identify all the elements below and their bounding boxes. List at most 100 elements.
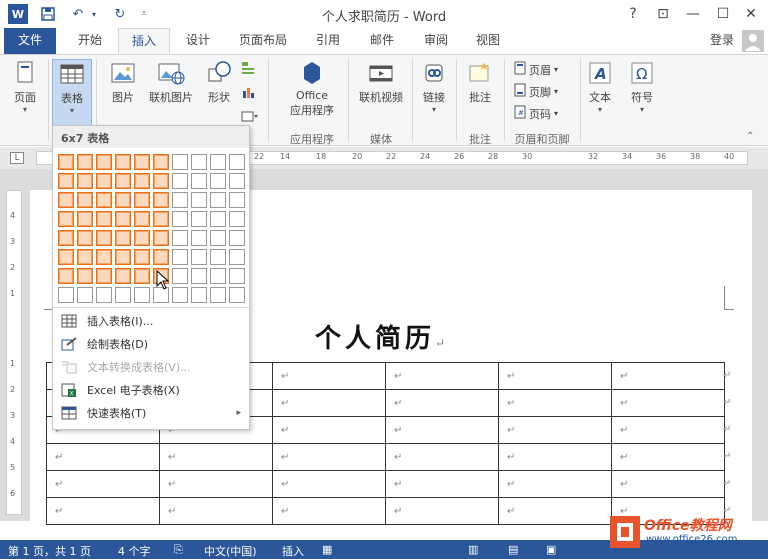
grid-cell[interactable] (77, 154, 93, 170)
table-cell[interactable]: ↵ (611, 362, 725, 390)
macro-icon[interactable]: ▦ (322, 543, 332, 556)
table-cell[interactable]: ↵ (385, 362, 499, 390)
grid-cell[interactable] (115, 154, 131, 170)
grid-cell[interactable] (96, 154, 112, 170)
grid-cell[interactable] (96, 287, 112, 303)
page-count[interactable]: 第 1 页，共 1 页 (8, 543, 91, 559)
grid-cell[interactable] (153, 249, 169, 265)
grid-cell[interactable] (77, 249, 93, 265)
grid-cell[interactable] (58, 287, 74, 303)
table-cell[interactable]: ↵ (272, 389, 386, 417)
header-button[interactable]: 页眉 ▾ (514, 61, 558, 78)
tab-review[interactable]: 审阅 (414, 28, 458, 54)
grid-cell[interactable] (115, 230, 131, 246)
page-number-button[interactable]: # 页码 ▾ (514, 105, 558, 122)
smartart-icon[interactable] (241, 61, 255, 75)
tab-layout[interactable]: 页面布局 (232, 28, 294, 54)
tab-home[interactable]: 开始 (66, 28, 114, 54)
table-cell[interactable]: ↵ (272, 470, 386, 498)
grid-cell[interactable] (134, 249, 150, 265)
help-button[interactable]: ? (620, 3, 646, 25)
grid-cell[interactable] (210, 230, 226, 246)
grid-cell[interactable] (153, 211, 169, 227)
page-button[interactable]: 页面 ▾ (6, 59, 44, 114)
grid-cell[interactable] (96, 211, 112, 227)
table-cell[interactable]: ↵ (498, 416, 612, 444)
word-count[interactable]: 4 个字 (118, 543, 151, 559)
insert-table-item[interactable]: 插入表格(I)... (53, 310, 249, 332)
table-button[interactable]: 表格 ▾ (52, 59, 92, 129)
grid-cell[interactable] (210, 249, 226, 265)
insert-mode[interactable]: 插入 (282, 543, 304, 559)
grid-cell[interactable] (58, 268, 74, 284)
text-button[interactable]: A 文本 ▾ (584, 59, 616, 114)
grid-cell[interactable] (153, 230, 169, 246)
grid-cell[interactable] (115, 211, 131, 227)
close-button[interactable]: ✕ (738, 3, 764, 25)
collapse-ribbon-icon[interactable]: ⌃ (746, 131, 754, 142)
excel-spreadsheet-item[interactable]: X Excel 电子表格(X) (53, 379, 249, 401)
symbol-button[interactable]: Ω 符号 ▾ (626, 59, 658, 114)
draw-table-item[interactable]: 绘制表格(D) (53, 333, 249, 355)
tab-mailings[interactable]: 邮件 (360, 28, 404, 54)
grid-cell[interactable] (77, 173, 93, 189)
grid-cell[interactable] (229, 211, 245, 227)
grid-cell[interactable] (229, 154, 245, 170)
grid-cell[interactable] (77, 268, 93, 284)
table-cell[interactable]: ↵ (272, 497, 386, 525)
tab-insert[interactable]: 插入 (118, 28, 170, 54)
online-video-button[interactable]: 联机视频 (352, 59, 410, 105)
grid-cell[interactable] (191, 173, 207, 189)
proofing-icon[interactable]: ⎘ (174, 543, 183, 557)
grid-cell[interactable] (153, 154, 169, 170)
grid-cell[interactable] (210, 173, 226, 189)
grid-cell[interactable] (229, 268, 245, 284)
grid-cell[interactable] (153, 173, 169, 189)
table-row[interactable]: ↵↵↵↵↵↵ (46, 443, 725, 471)
tab-design[interactable]: 设计 (176, 28, 220, 54)
shapes-button[interactable]: 形状 (200, 59, 238, 105)
grid-cell[interactable] (191, 192, 207, 208)
grid-cell[interactable] (172, 268, 188, 284)
tab-file[interactable]: 文件 (4, 28, 56, 54)
picture-button[interactable]: 图片 (104, 59, 142, 105)
read-mode-icon[interactable]: ▥ (468, 543, 478, 556)
chart-icon[interactable] (241, 85, 255, 99)
grid-cell[interactable] (172, 287, 188, 303)
grid-cell[interactable] (96, 268, 112, 284)
grid-cell[interactable] (58, 154, 74, 170)
vertical-ruler[interactable]: 4 3 2 1 1 2 3 4 5 6 (6, 190, 22, 515)
grid-cell[interactable] (172, 192, 188, 208)
tab-view[interactable]: 视图 (466, 28, 510, 54)
language[interactable]: 中文(中国) (204, 543, 257, 559)
ribbon-display-button[interactable]: ⊡ (650, 3, 676, 25)
comment-button[interactable]: 批注 (460, 59, 500, 105)
grid-cell[interactable] (153, 192, 169, 208)
grid-cell[interactable] (210, 211, 226, 227)
grid-cell[interactable] (96, 230, 112, 246)
grid-cell[interactable] (210, 287, 226, 303)
table-cell[interactable]: ↵ (385, 443, 499, 471)
grid-cell[interactable] (134, 154, 150, 170)
grid-cell[interactable] (58, 192, 74, 208)
screenshot-icon[interactable] (241, 109, 259, 123)
link-button[interactable]: 链接 ▾ (416, 59, 452, 114)
grid-cell[interactable] (134, 211, 150, 227)
table-cell[interactable]: ↵ (159, 497, 273, 525)
grid-cell[interactable] (115, 249, 131, 265)
grid-cell[interactable] (115, 268, 131, 284)
table-cell[interactable]: ↵ (46, 443, 160, 471)
grid-cell[interactable] (229, 192, 245, 208)
table-cell[interactable]: ↵ (611, 470, 725, 498)
grid-cell[interactable] (115, 192, 131, 208)
table-cell[interactable]: ↵ (611, 443, 725, 471)
grid-cell[interactable] (210, 192, 226, 208)
grid-cell[interactable] (96, 173, 112, 189)
grid-cell[interactable] (134, 173, 150, 189)
grid-cell[interactable] (134, 230, 150, 246)
grid-cell[interactable] (229, 287, 245, 303)
grid-cell[interactable] (191, 211, 207, 227)
online-picture-button[interactable]: 联机图片 (146, 59, 196, 105)
grid-cell[interactable] (58, 211, 74, 227)
footer-button[interactable]: 页脚 ▾ (514, 83, 558, 100)
